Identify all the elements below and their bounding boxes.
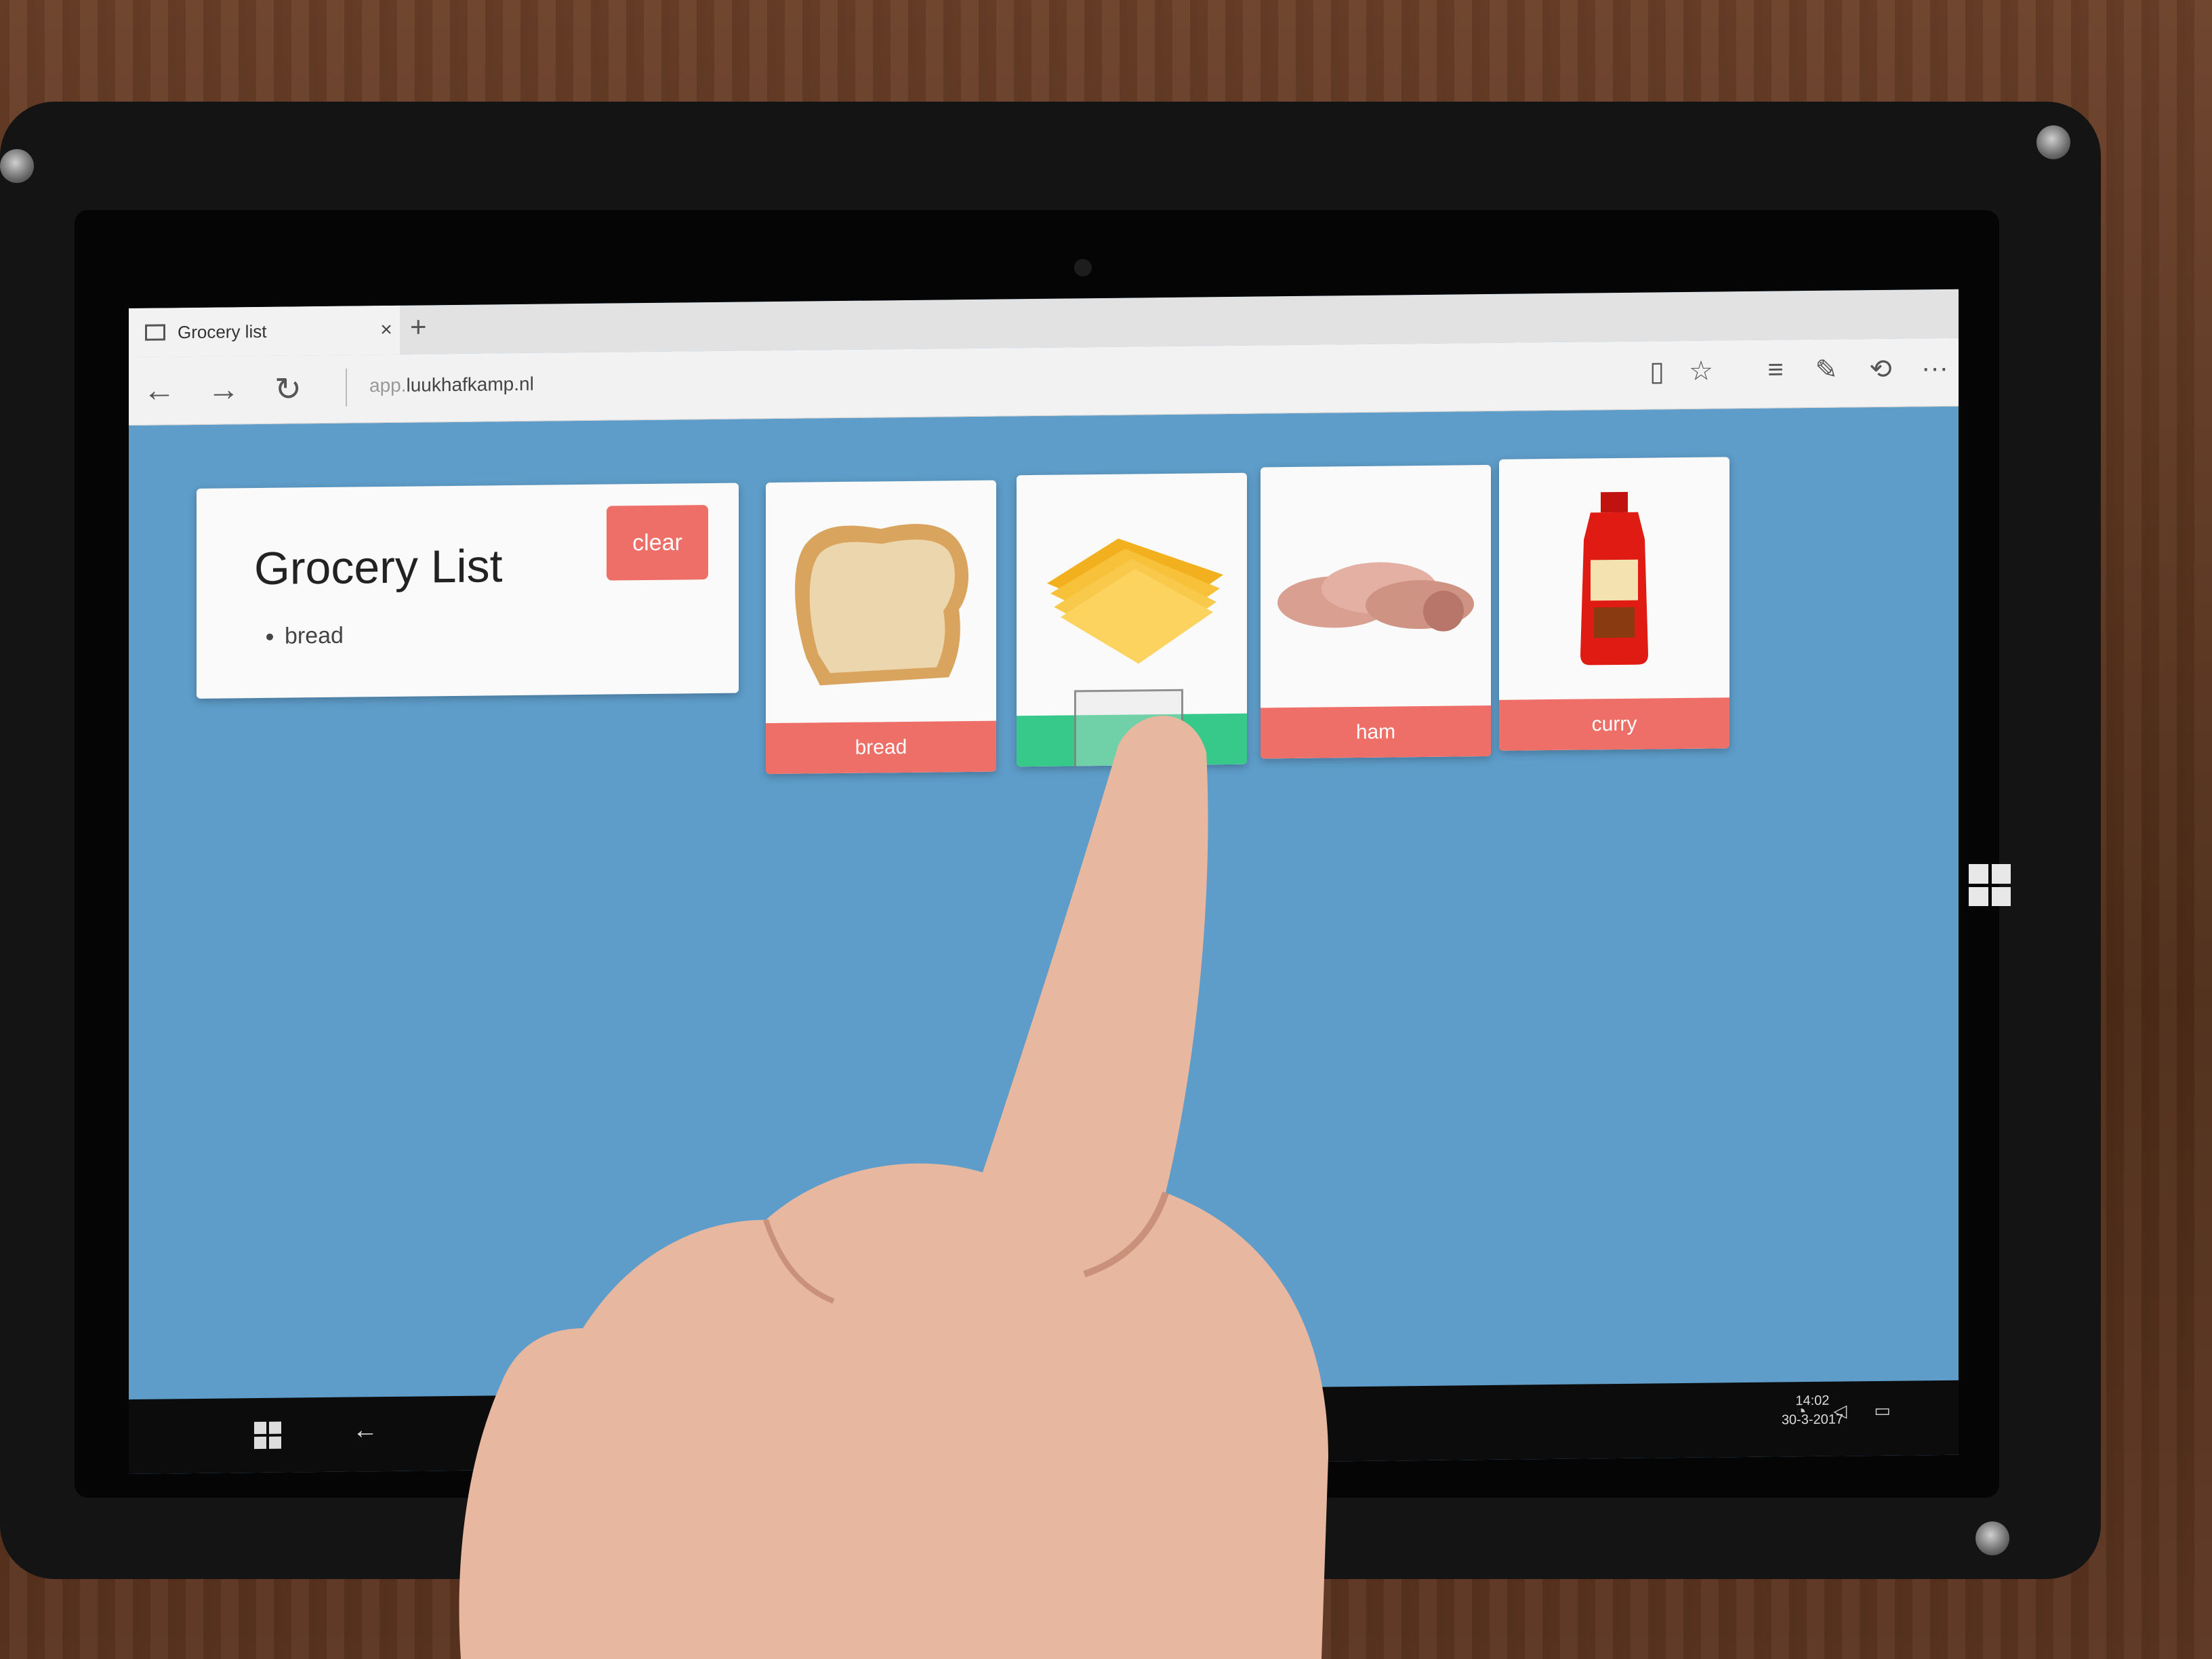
refresh-button[interactable]: ↻ [268, 370, 308, 409]
screw [0, 149, 34, 183]
taskbar-clock[interactable]: 14:02 30-3-2017 [1782, 1391, 1843, 1430]
item-card-bread[interactable]: bread [766, 480, 996, 775]
browser-tab[interactable]: Grocery list × [129, 305, 400, 357]
ham-slices-image [1277, 562, 1474, 632]
back-button[interactable]: ← [139, 371, 180, 409]
taskbar-back-button[interactable]: ← [352, 1416, 378, 1445]
item-card-cheese[interactable] [1017, 472, 1247, 767]
tab-close-button[interactable]: × [373, 319, 400, 342]
curry-bottle-image [1580, 491, 1648, 665]
tab-title: Grocery list [178, 321, 267, 342]
bread-slice-image [795, 524, 969, 686]
grocery-items: bread [264, 623, 344, 650]
favorite-star-icon[interactable]: ☆ [1681, 355, 1721, 387]
item-label: ham [1261, 705, 1491, 759]
item-label: bread [766, 720, 996, 775]
url-domain: luukhafkamp.nl [406, 373, 534, 396]
touch-feedback-box [1074, 689, 1183, 767]
clock-date: 30-3-2017 [1781, 1412, 1843, 1428]
page-content: Grocery List clear bread bread [129, 406, 1959, 1333]
hub-icon[interactable]: ≡ [1755, 354, 1796, 386]
item-label: curry [1499, 697, 1729, 751]
grocery-item: bread [285, 623, 344, 650]
start-button-icon[interactable] [254, 1421, 281, 1450]
grocery-list-card: Grocery List clear bread [197, 483, 739, 699]
forward-button[interactable]: → [203, 371, 244, 409]
tab-page-icon [145, 324, 165, 341]
url-field[interactable]: app.luukhafkamp.nl [369, 373, 534, 397]
screw [2036, 125, 2070, 159]
keyboard-icon[interactable]: ▭ [1874, 1400, 1891, 1421]
item-card-ham[interactable]: ham [1261, 464, 1491, 759]
item-card-curry[interactable]: curry [1499, 457, 1729, 751]
share-icon[interactable]: ⟲ [1860, 354, 1901, 386]
windows-logo-icon [1969, 864, 2011, 906]
list-title: Grocery List [254, 540, 503, 595]
cheese-slices-image [1047, 538, 1223, 664]
tablet-screen: Grocery list × + ← → ↻ app.luukhafkamp.n… [129, 289, 1959, 1475]
web-note-icon[interactable]: ✎ [1806, 354, 1847, 386]
address-separator [346, 368, 347, 407]
reading-view-icon[interactable]: ▯ [1637, 356, 1677, 388]
clock-time: 14:02 [1795, 1393, 1830, 1409]
screw [1975, 1521, 2009, 1555]
clear-button[interactable]: clear [607, 505, 708, 581]
camera [1074, 259, 1092, 276]
new-tab-button[interactable]: + [410, 310, 427, 343]
more-icon[interactable]: ··· [1914, 353, 1955, 384]
url-prefix: app. [369, 374, 407, 396]
